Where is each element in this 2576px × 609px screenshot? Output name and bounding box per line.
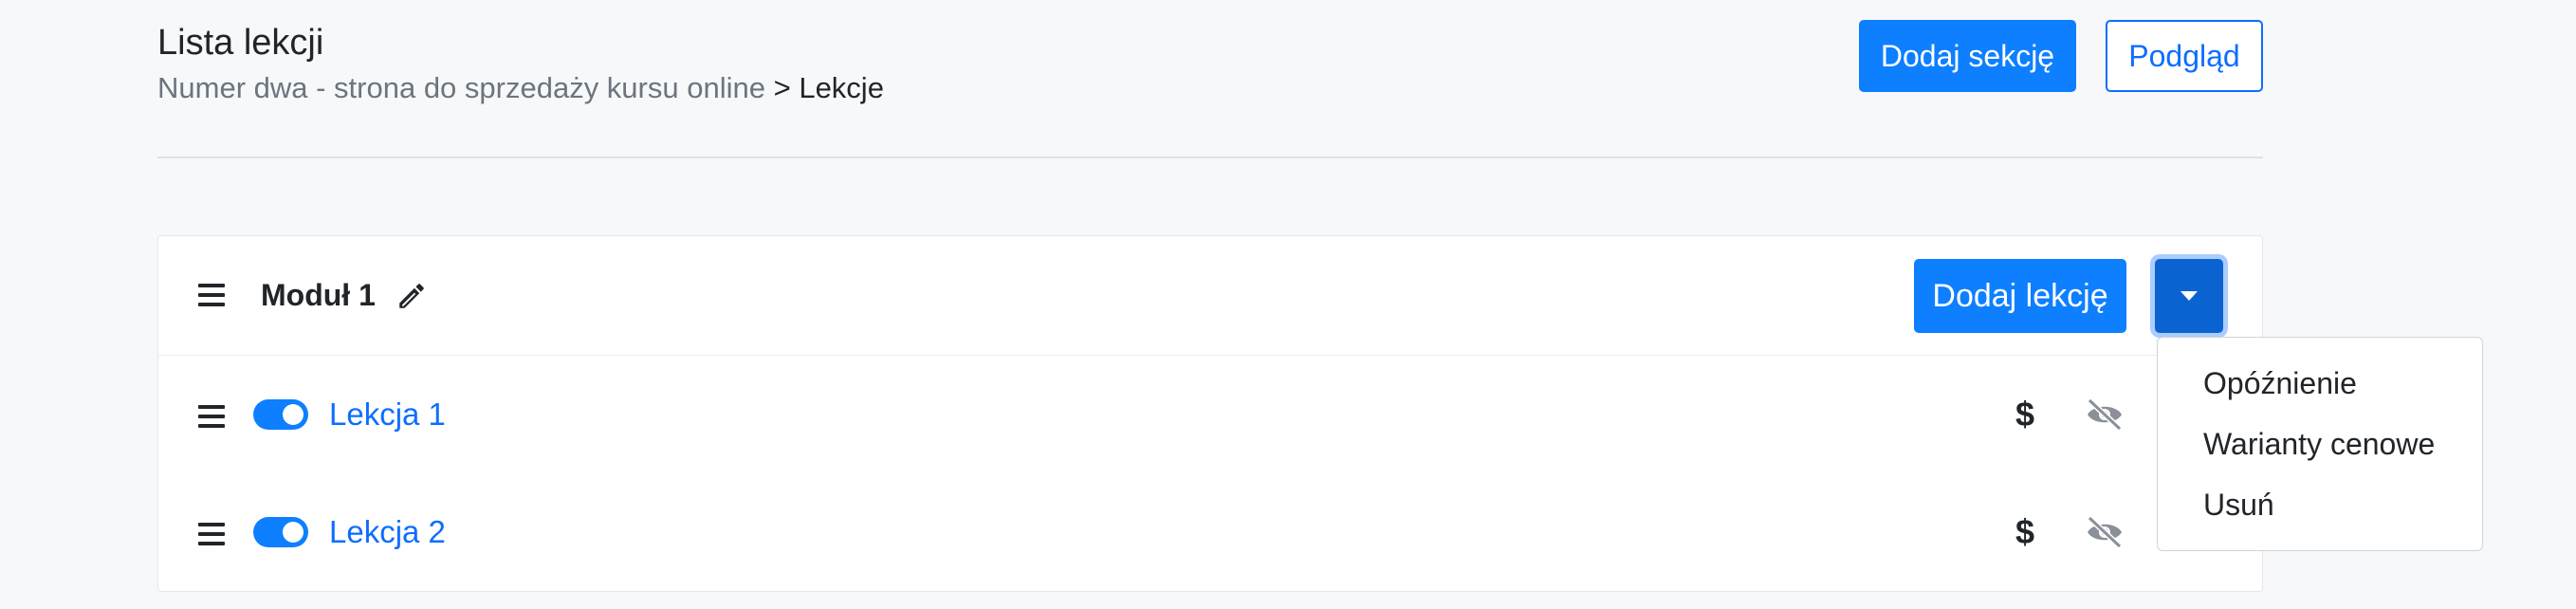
header-divider (157, 157, 2263, 158)
drag-handle-icon[interactable] (198, 284, 225, 306)
drag-handle-icon[interactable] (198, 523, 225, 545)
module-options-menu: Opóźnienie Warianty cenowe Usuń (2157, 337, 2483, 551)
menu-item-delete[interactable]: Usuń (2203, 486, 2274, 524)
lesson-enabled-toggle[interactable] (253, 517, 308, 547)
eye-slash-icon[interactable] (2084, 515, 2125, 549)
breadcrumb-parent[interactable]: Numer dwa - strona do sprzedaży kursu on… (157, 71, 765, 104)
breadcrumb: Numer dwa - strona do sprzedaży kursu on… (157, 70, 884, 106)
preview-button[interactable]: Podgląd (2106, 20, 2263, 92)
menu-item-price-variants[interactable]: Warianty cenowe (2203, 425, 2435, 463)
lesson-row: Lekcja 1 $ (158, 356, 2262, 473)
add-section-button[interactable]: Dodaj sekcję (1859, 20, 2076, 92)
drag-handle-icon[interactable] (198, 405, 225, 428)
menu-item-delay[interactable]: Opóźnienie (2203, 364, 2357, 402)
pencil-icon[interactable] (396, 280, 428, 312)
module-title: Moduł 1 (261, 278, 376, 312)
caret-down-icon (2180, 291, 2198, 301)
lesson-enabled-toggle[interactable] (253, 399, 308, 430)
lesson-link[interactable]: Lekcja 1 (329, 396, 446, 434)
dollar-icon[interactable]: $ (2015, 513, 2034, 551)
module-card: Moduł 1 Dodaj lekcję Lekcja 1 $ Lekcja 2… (157, 235, 2263, 592)
lesson-list-page: Lista lekcji Numer dwa - strona do sprze… (0, 0, 2576, 609)
add-lesson-button[interactable]: Dodaj lekcję (1914, 259, 2126, 333)
lesson-link[interactable]: Lekcja 2 (329, 513, 446, 551)
lesson-row: Lekcja 2 $ (158, 473, 2262, 591)
page-title: Lista lekcji (157, 23, 324, 63)
breadcrumb-separator: > (773, 71, 791, 104)
module-header: Moduł 1 Dodaj lekcję (158, 236, 2262, 356)
dollar-icon[interactable]: $ (2015, 396, 2034, 434)
module-options-toggle[interactable] (2155, 259, 2223, 333)
eye-slash-icon[interactable] (2084, 397, 2125, 432)
breadcrumb-current: Lekcje (799, 71, 884, 104)
